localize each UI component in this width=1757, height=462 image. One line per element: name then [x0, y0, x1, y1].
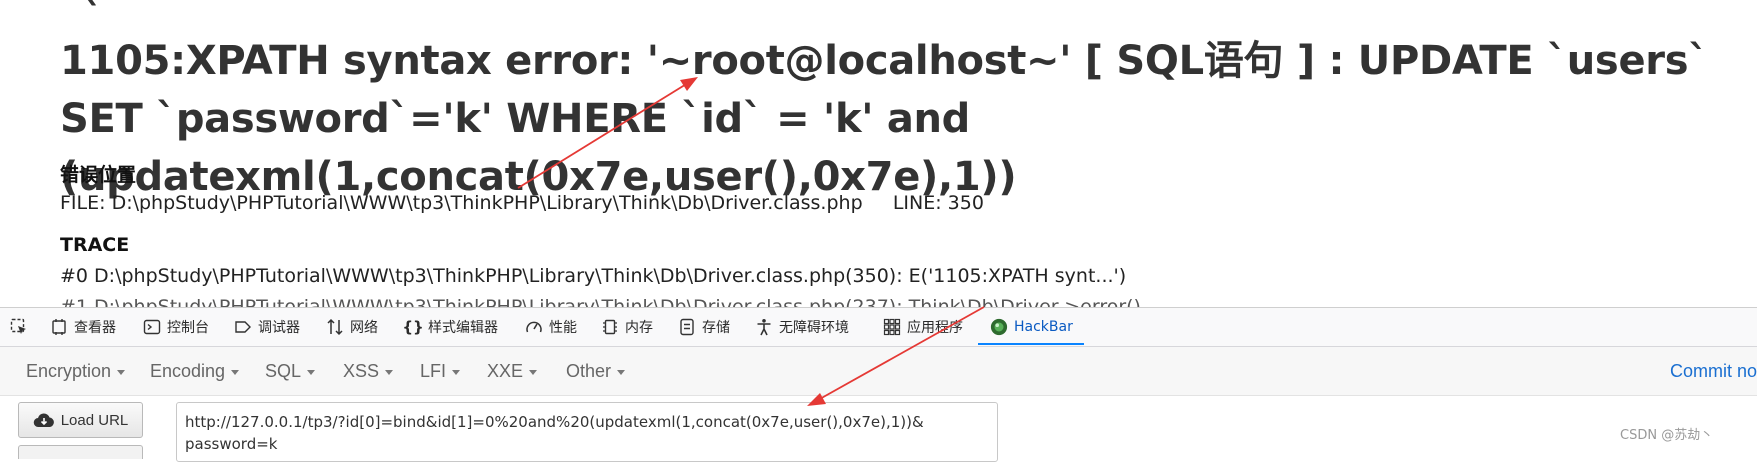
tab-network[interactable]: 网络	[326, 308, 378, 346]
menu-xxe[interactable]: XXE	[487, 347, 538, 395]
tab-application[interactable]: 应用程序	[883, 308, 963, 346]
debugger-icon	[234, 318, 252, 336]
tab-performance[interactable]: 性能	[525, 308, 577, 346]
pick-element-icon	[10, 318, 28, 336]
tab-storage[interactable]: 存储	[678, 308, 730, 346]
tab-hackbar[interactable]: HackBar	[990, 308, 1073, 346]
chevron-down-icon	[385, 369, 394, 375]
chevron-down-icon	[529, 369, 538, 375]
performance-icon	[525, 318, 543, 336]
tab-style-editor[interactable]: {} 样式编辑器	[402, 308, 498, 346]
menu-sql[interactable]: SQL	[265, 347, 316, 395]
devtools-toolbar: 查看器 控制台 调试器 网络 {} 样式编辑器 性能 内存 存储 无障碍环境 应…	[0, 308, 1757, 347]
style-editor-icon: {}	[402, 318, 424, 336]
trace-line: #0 D:\phpStudy\PHPTutorial\WWW\tp3\Think…	[60, 265, 1127, 287]
tab-inspector[interactable]: 查看器	[50, 308, 116, 346]
chevron-down-icon	[452, 369, 461, 375]
tab-debugger[interactable]: 调试器	[234, 308, 300, 346]
split-url-button[interactable]	[18, 445, 143, 459]
hackbar-icon	[990, 318, 1008, 336]
network-icon	[326, 318, 344, 336]
active-tab-indicator	[978, 343, 1084, 345]
watermark: CSDN @苏劫丶	[1620, 428, 1714, 443]
error-file-line: FILE: D:\phpStudy\PHPTutorial\WWW\tp3\Th…	[60, 192, 984, 214]
menu-encryption[interactable]: Encryption	[26, 347, 126, 395]
pick-element-button[interactable]	[10, 308, 34, 346]
commit-button[interactable]: Commit now!	[1670, 347, 1757, 395]
tab-accessibility[interactable]: 无障碍环境	[755, 308, 849, 346]
chevron-down-icon	[617, 369, 626, 375]
console-icon	[143, 318, 161, 336]
chevron-down-icon	[307, 369, 316, 375]
hackbar-menu: Encryption Encoding SQL XSS LFI XXE Othe…	[0, 347, 1757, 396]
trace-heading: TRACE	[60, 234, 130, 256]
url-input[interactable]: http://127.0.0.1/tp3/?id[0]=bind&id[1]=0…	[176, 402, 998, 462]
menu-encoding[interactable]: Encoding	[150, 347, 240, 395]
cloud-download-icon	[33, 412, 55, 428]
inspector-icon	[50, 318, 68, 336]
error-location-heading: 错误位置	[60, 164, 137, 186]
error-title: 1105:XPATH syntax error: '~root@localhos…	[60, 38, 1722, 200]
memory-icon	[601, 318, 619, 336]
menu-lfi[interactable]: LFI	[420, 347, 461, 395]
tab-console[interactable]: 控制台	[143, 308, 209, 346]
chevron-down-icon	[117, 369, 126, 375]
scroll-cut-glyph: ‹	[86, 0, 97, 17]
storage-icon	[678, 318, 696, 336]
menu-xss[interactable]: XSS	[343, 347, 394, 395]
trace-line: #1 D:\phpStudy\PHPTutorial\WWW\tp3\Think…	[60, 296, 1141, 307]
load-url-button[interactable]: Load URL	[18, 402, 143, 438]
tab-memory[interactable]: 内存	[601, 308, 653, 346]
application-icon	[883, 318, 901, 336]
menu-other[interactable]: Other	[566, 347, 626, 395]
accessibility-icon	[755, 318, 773, 336]
chevron-down-icon	[231, 369, 240, 375]
